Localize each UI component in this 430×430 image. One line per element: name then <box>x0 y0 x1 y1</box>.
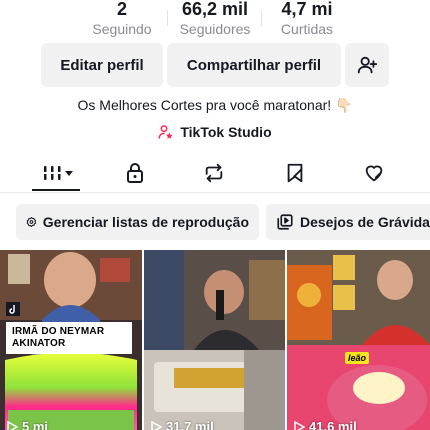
person-star-icon <box>158 125 173 139</box>
playlist-icon <box>277 214 293 230</box>
profile-bio: Os Melhores Cortes pra você maratonar! 👇… <box>77 97 353 113</box>
playlist-chip[interactable]: Desejos de Grávida <box>266 204 430 240</box>
add-user-icon <box>357 56 378 74</box>
likes-stat[interactable]: 4,7 mi Curtidas <box>281 0 333 38</box>
tabs-divider <box>0 192 430 193</box>
view-count-value: 5 mi <box>22 419 49 430</box>
bookmark-icon <box>287 163 303 183</box>
video-thumbnail-image <box>287 250 430 430</box>
view-count-value: 41,6 mil <box>309 419 357 430</box>
active-tab-indicator <box>32 189 80 191</box>
video-tag: leão <box>345 352 370 364</box>
gear-icon <box>26 217 37 227</box>
tab-favorites[interactable] <box>280 158 310 188</box>
video-thumbnail[interactable]: leão 41,6 mil <box>287 250 430 430</box>
tiktok-studio-label: TikTok Studio <box>180 124 272 140</box>
followers-stat[interactable]: 66,2 mil Seguidores <box>180 0 251 38</box>
view-count: 41,6 mil <box>293 419 357 430</box>
edit-profile-button[interactable]: Editar perfil <box>41 43 163 87</box>
video-thumbnail-image <box>144 250 285 430</box>
likes-label: Curtidas <box>280 21 334 37</box>
play-icon <box>7 420 18 430</box>
tab-private[interactable] <box>120 158 150 188</box>
tab-reposts[interactable] <box>199 158 229 188</box>
followers-label: Seguidores <box>179 21 251 37</box>
lock-icon <box>127 163 143 183</box>
profile-tabs <box>0 150 430 194</box>
profile-stats: 2 Seguindo 66,2 mil Seguidores 4,7 mi Cu… <box>0 0 430 38</box>
stat-divider <box>167 10 168 26</box>
video-caption: IRMÃ DO NEYMAR AKINATOR <box>6 322 132 354</box>
play-icon <box>151 420 162 430</box>
followers-count: 66,2 mil <box>181 0 249 19</box>
following-count: 2 <box>116 0 128 19</box>
manage-playlists-label: Gerenciar listas de reprodução <box>42 214 249 230</box>
view-count: 5 mi <box>6 419 48 430</box>
video-thumbnail[interactable]: 31,7 mil <box>144 250 285 430</box>
stat-divider <box>261 10 262 26</box>
repost-icon <box>205 163 223 183</box>
heart-icon <box>365 165 383 182</box>
share-profile-button[interactable]: Compartilhar perfil <box>167 43 341 87</box>
view-count-value: 31,7 mil <box>166 419 214 430</box>
following-label: Seguindo <box>92 21 152 37</box>
tiktok-studio-link[interactable]: TikTok Studio <box>0 124 430 140</box>
grid-icon <box>42 166 73 180</box>
play-icon <box>294 420 305 430</box>
video-grid: IRMÃ DO NEYMAR AKINATOR 5 mi 31,7 mil le… <box>0 250 430 430</box>
video-thumbnail[interactable]: IRMÃ DO NEYMAR AKINATOR 5 mi <box>0 250 142 430</box>
following-stat[interactable]: 2 Seguindo <box>92 0 151 38</box>
tab-liked[interactable] <box>359 158 389 188</box>
tab-videos[interactable] <box>41 158 75 188</box>
manage-playlists-button[interactable]: Gerenciar listas de reprodução <box>16 204 259 240</box>
likes-count: 4,7 mi <box>281 0 333 19</box>
playlist-label: Desejos de Grávida <box>300 214 430 230</box>
view-count: 31,7 mil <box>150 419 214 430</box>
add-friend-button[interactable] <box>345 43 389 87</box>
